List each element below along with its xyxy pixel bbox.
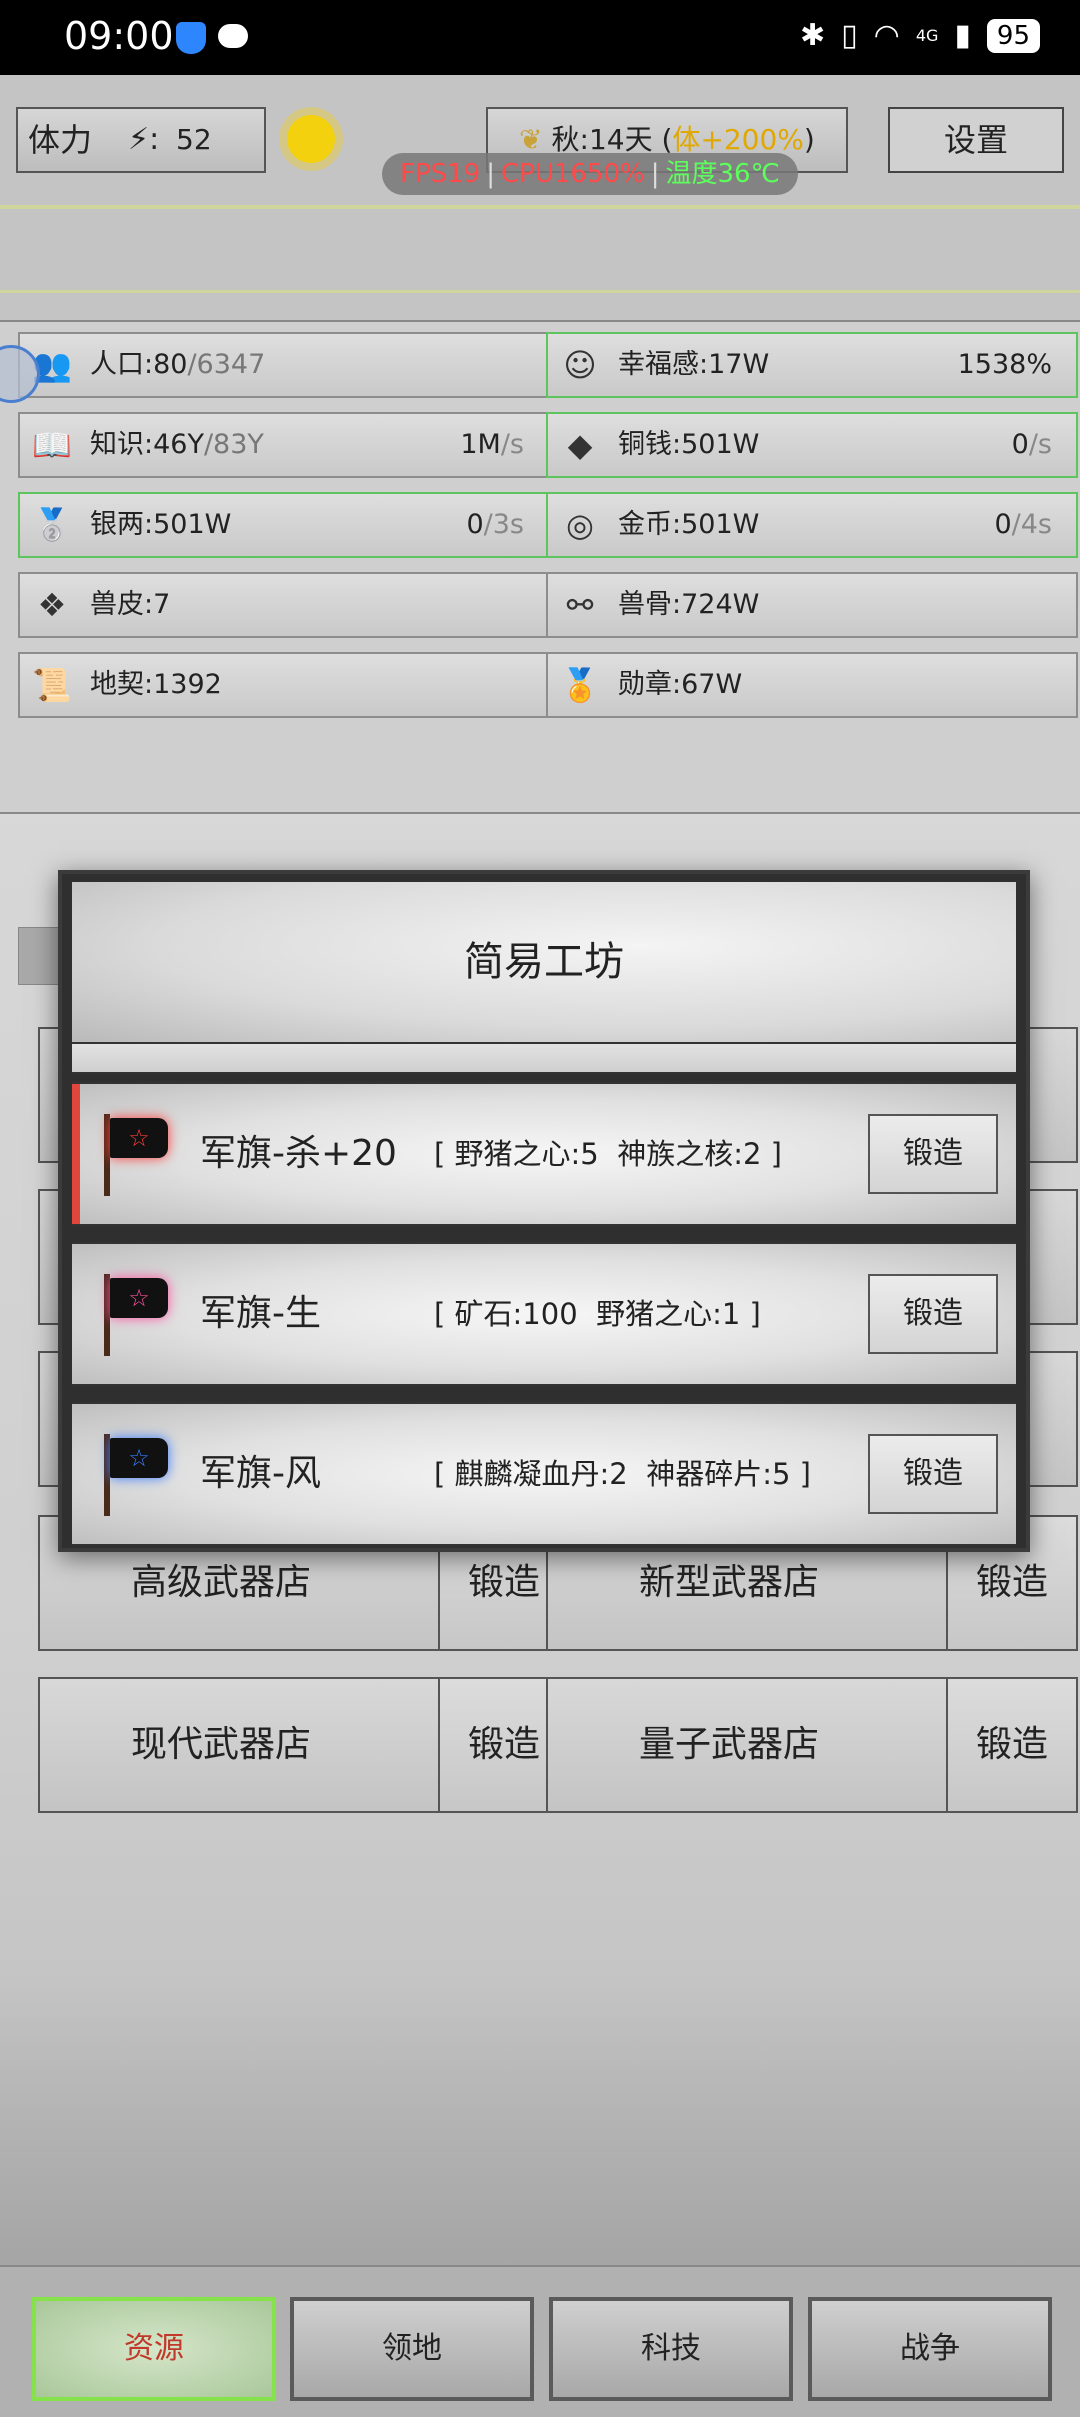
lightning-icon: ⚡: [128, 122, 160, 157]
cpu-readout: CPU1650% [501, 159, 645, 189]
resource-item: ◆ 铜钱:501W 0/s [546, 412, 1078, 478]
war-flag-icon: ☆ [100, 1432, 172, 1516]
resource-item: ◎ 金币:501W 0/4s [546, 492, 1078, 558]
forge-button[interactable]: 锻造 [868, 1114, 998, 1194]
resource-rate: 0/s [1011, 429, 1052, 460]
recipe-row[interactable]: ☆ 军旗-杀+20 [ 野猪之心:5 神族之核:2 ] 锻造 [72, 1082, 1016, 1226]
flag-star: ☆ [110, 1438, 168, 1478]
top-bar: 体力 ⚡: 52 ❦ 秋:14天 (体+200%) 设置 FPS19 | CPU16… [0, 75, 1080, 325]
bottom-nav: 资源 领地 科技 战争 [0, 2265, 1080, 2417]
bluetooth-icon: ✱ [799, 18, 826, 53]
season-bonus: 体+200% [672, 123, 804, 156]
recipe-materials: [ 野猪之心:5 神族之核:2 ] [434, 1137, 782, 1171]
recipe-name: 军旗-杀+20 [200, 1133, 397, 1174]
status-icons: ✱ ▯ ◠ 4G ▮ 95 [800, 18, 1040, 53]
hide-icon: ❖ [37, 586, 67, 624]
resource-name: 金币:501W [618, 509, 760, 540]
gold-coin-icon: ◎ [566, 506, 594, 544]
resource-name: 人口:80/6347 [90, 349, 266, 380]
recipe-materials: [ 矿石:100 野猪之心:1 ] [434, 1297, 761, 1331]
resource-item: 🥈 银两:501W 0/3s [18, 492, 550, 558]
resource-name: 银两:501W [90, 509, 232, 540]
flag-star: ☆ [110, 1118, 168, 1158]
wifi-icon: ◠ [873, 18, 900, 53]
leaf-icon: ❦ [519, 123, 552, 156]
war-flag-icon: ☆ [100, 1112, 172, 1196]
shop-name: 量子武器店 [638, 1724, 819, 1765]
nav-territory[interactable]: 领地 [290, 2297, 534, 2401]
nav-technology[interactable]: 科技 [549, 2297, 793, 2401]
divider [0, 205, 1080, 209]
forge-button[interactable]: 锻造 [946, 1679, 1076, 1811]
fps-readout: FPS19 [400, 159, 481, 189]
forge-button[interactable]: 锻造 [868, 1274, 998, 1354]
workshop-dialog: 简易工坊 ☆ 军旗-杀+20 [ 野猪之心:5 神族之核:2 ] 锻造 ☆ 军旗… [58, 870, 1030, 1552]
war-flag-icon: ☆ [100, 1272, 172, 1356]
perf-overlay: FPS19 | CPU1650% | 温度36℃ [382, 153, 798, 195]
stamina-label: 体力 [28, 121, 93, 159]
shield-icon [176, 22, 206, 54]
resource-name: 地契:1392 [90, 669, 222, 700]
forge-button[interactable]: 锻造 [868, 1434, 998, 1514]
resource-rate: 0/3s [466, 509, 524, 540]
resource-name: 兽皮:7 [90, 589, 171, 620]
sun-icon [287, 115, 335, 163]
resource-item: 📖 知识:46Y/83Y 1M/s [18, 412, 550, 478]
resource-rate: 0/4s [994, 509, 1052, 540]
vibrate-icon: ▯ [841, 18, 858, 53]
recipe-materials: [ 麒麟凝血丹:2 神器碎片:5 ] [434, 1457, 811, 1491]
battery-icon: 95 [986, 18, 1040, 53]
shop-card: 现代武器店 锻造 [38, 1677, 570, 1813]
bone-icon: ⚯ [566, 586, 594, 624]
stamina-value: 52 [176, 123, 212, 156]
resource-rate: 1538% [957, 349, 1052, 380]
recipe-name: 军旗-风 [200, 1453, 321, 1494]
network-type: 4G [915, 26, 939, 45]
smile-icon: ☺ [563, 346, 597, 384]
resource-item: 🏅 勋章:67W [546, 652, 1078, 718]
resource-item: 👥 人口:80/6347 [18, 332, 550, 398]
shop-card: 量子武器店 锻造 [546, 1677, 1078, 1813]
deed-icon: 📜 [32, 666, 72, 704]
resources-panel: 👥 人口:80/6347 ☺ 幸福感:17W 1538% 📖 知识:46Y/83Y 1M/s ◆… [0, 320, 1080, 814]
dialog-header: 简易工坊 [72, 882, 1016, 1042]
game-screen: 体力 ⚡: 52 ❦ 秋:14天 (体+200%) 设置 FPS19 | CPU16… [0, 75, 1080, 2417]
nav-resources[interactable]: 资源 [32, 2297, 276, 2401]
temp-readout: 温度36℃ [665, 159, 780, 189]
settings-button[interactable]: 设置 [888, 107, 1064, 173]
status-bar: 09:00 ✱ ▯ ◠ 4G ▮ 95 [0, 0, 1080, 75]
recipe-row[interactable]: ☆ 军旗-风 [ 麒麟凝血丹:2 神器碎片:5 ] 锻造 [72, 1402, 1016, 1546]
flag-star: ☆ [110, 1278, 168, 1318]
dialog-title: 简易工坊 [464, 939, 624, 985]
resource-max: /6347 [187, 349, 266, 380]
signal-icon: ▮ [954, 18, 971, 53]
resource-name: 兽骨:724W [618, 589, 760, 620]
resource-item: ☺ 幸福感:17W 1538% [546, 332, 1078, 398]
clock: 09:00 [64, 14, 174, 58]
resource-max: /83Y [203, 429, 264, 460]
resource-name: 知识:46Y/83Y [90, 429, 264, 460]
silver-ingot-icon: 🥈 [32, 506, 72, 544]
shop-name: 现代武器店 [130, 1724, 311, 1765]
recipe-name: 军旗-生 [200, 1293, 321, 1334]
resource-item: ⚯ 兽骨:724W [546, 572, 1078, 638]
background-scenery [0, 1975, 1080, 2265]
book-icon: 📖 [32, 426, 72, 464]
divider [0, 290, 1080, 293]
season-text: 秋:14天 ( [551, 123, 673, 156]
resource-name: 勋章:67W [618, 669, 743, 700]
medal-icon: 🏅 [560, 666, 600, 704]
resource-name: 铜钱:501W [618, 429, 760, 460]
resource-item: ❖ 兽皮:7 [18, 572, 550, 638]
resource-name: 幸福感:17W [618, 349, 770, 380]
divider [72, 1042, 1016, 1074]
copper-coin-icon: ◆ [567, 426, 593, 464]
stamina-box: 体力 ⚡: 52 [16, 107, 266, 173]
resource-item: 📜 地契:1392 [18, 652, 550, 718]
recipe-row[interactable]: ☆ 军旗-生 [ 矿石:100 野猪之心:1 ] 锻造 [72, 1242, 1016, 1386]
resource-rate: 1M/s [460, 429, 524, 460]
chat-icon [218, 24, 248, 48]
nav-war[interactable]: 战争 [808, 2297, 1052, 2401]
